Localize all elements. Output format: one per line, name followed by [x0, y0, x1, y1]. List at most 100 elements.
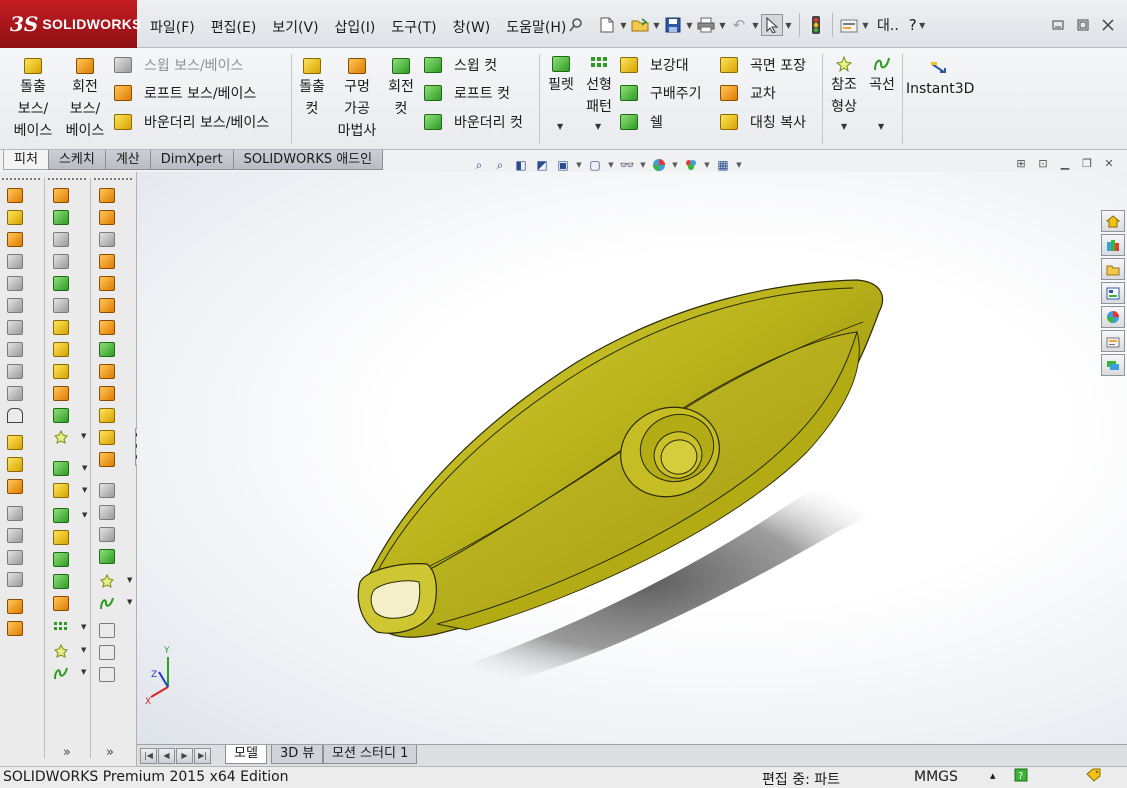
tool-icon-8[interactable]	[7, 342, 23, 357]
tool-icon-36[interactable]	[53, 530, 69, 545]
print-icon[interactable]	[695, 14, 717, 36]
file-explorer-icon[interactable]	[1101, 258, 1125, 280]
hole-wizard-button[interactable]: 구멍 가공 마법사	[334, 58, 380, 142]
tool-icon-11[interactable]	[7, 408, 23, 423]
search-commands-label[interactable]: 대..	[877, 15, 899, 35]
mirror-button[interactable]: 대칭 복사	[720, 109, 806, 135]
extrude-cut-button[interactable]: 돌출 컷	[295, 58, 329, 120]
tab-sketch[interactable]: 스케치	[47, 150, 106, 170]
quick-tips-icon[interactable]: ?	[1014, 768, 1028, 786]
draft-button[interactable]: 구배주기	[620, 80, 702, 106]
tool-icon-10[interactable]	[7, 386, 23, 401]
options-icon[interactable]	[838, 14, 860, 36]
tool-icon-3[interactable]	[7, 232, 23, 247]
view-palette-icon[interactable]	[1101, 282, 1125, 304]
tool-icon-23[interactable]	[53, 232, 69, 247]
tool-icon-41[interactable]: ▼	[53, 643, 86, 659]
edit-appearance-icon[interactable]	[650, 156, 668, 174]
tab-evaluate[interactable]: 계산	[104, 150, 151, 170]
wrap-button[interactable]: 곡면 포장	[720, 52, 806, 78]
tool-icon-27[interactable]	[53, 320, 69, 335]
reference-geometry-button[interactable]: 참조 형상	[826, 55, 862, 118]
linear-pattern-button[interactable]: 선형 패턴	[581, 56, 617, 118]
tool-icon-35[interactable]: ▼	[53, 508, 87, 523]
tool-icon-46[interactable]	[99, 254, 115, 269]
pin-menu-icon[interactable]	[568, 17, 584, 33]
options-dropdown-arrow[interactable]: ▼	[860, 14, 871, 36]
tool-icon-19[interactable]	[7, 599, 23, 614]
tool-icon-45[interactable]	[99, 232, 115, 247]
loft-cut-button[interactable]: 로프트 컷	[424, 80, 510, 106]
select-arrow-icon[interactable]	[761, 14, 783, 36]
view-orientation-dropdown[interactable]: ▼	[575, 161, 583, 169]
tool-icon-61[interactable]: ▼	[99, 596, 132, 611]
tool-icon-42[interactable]: ▼	[53, 666, 86, 681]
hide-show-dropdown[interactable]: ▼	[639, 161, 647, 169]
help-dropdown-arrow[interactable]: ▼	[917, 14, 928, 36]
tag-icon[interactable]	[1086, 768, 1102, 786]
tool-icon-54[interactable]	[99, 430, 115, 445]
instant3d-button[interactable]: Instant3D	[906, 60, 974, 100]
tool-icon-31[interactable]	[53, 408, 69, 423]
tool-icon-7[interactable]	[7, 320, 23, 335]
display-style-dropdown[interactable]: ▼	[607, 161, 615, 169]
appearance-dropdown[interactable]: ▼	[671, 161, 679, 169]
tool-icon-48[interactable]	[99, 298, 115, 313]
tool-icon-5[interactable]	[7, 276, 23, 291]
pattern-dropdown-arrow[interactable]: ▼	[595, 122, 601, 131]
zoom-to-fit-icon[interactable]: ⌕	[470, 156, 488, 174]
forum-icon[interactable]	[1101, 354, 1125, 376]
tool-icon-18[interactable]	[7, 572, 23, 587]
loft-boss-button[interactable]: 로프트 보스/베이스	[114, 80, 256, 106]
appearances-scenes-icon[interactable]	[1101, 306, 1125, 328]
next-tab-arrow[interactable]: ▶	[176, 748, 193, 764]
tool-icon-13[interactable]	[7, 457, 23, 472]
tool-icon-51[interactable]	[99, 364, 115, 379]
tool-icon-12[interactable]	[7, 435, 23, 450]
tool-icon-64[interactable]	[99, 667, 115, 682]
tab-model[interactable]: 모델	[225, 745, 267, 764]
solidworks-resources-icon[interactable]	[1101, 210, 1125, 232]
apply-scene-icon[interactable]	[682, 156, 700, 174]
tool-icon-37[interactable]	[53, 552, 69, 567]
tool-icon-59[interactable]	[99, 549, 115, 564]
viewport-split-icon[interactable]: ⊞	[1013, 156, 1029, 172]
last-tab-arrow[interactable]: ▶|	[194, 748, 211, 764]
new-document-icon[interactable]	[596, 14, 618, 36]
tool-icon-1[interactable]	[7, 188, 23, 203]
reference-dropdown-arrow[interactable]: ▼	[841, 122, 847, 131]
revolve-boss-button[interactable]: 회전 보스/ 베이스	[62, 58, 108, 142]
restore-icon[interactable]	[1072, 15, 1094, 35]
tool-icon-30[interactable]	[53, 386, 69, 401]
open-dropdown-arrow[interactable]: ▼	[651, 14, 662, 36]
new-dropdown-arrow[interactable]: ▼	[618, 14, 629, 36]
scene-dropdown[interactable]: ▼	[703, 161, 711, 169]
tool-icon-43[interactable]	[99, 188, 115, 203]
tool-icon-38[interactable]	[53, 574, 69, 589]
tool-icon-28[interactable]	[53, 342, 69, 357]
section-view-icon[interactable]: ◩	[533, 156, 551, 174]
minimize-icon[interactable]	[1047, 15, 1069, 35]
tool-icon-24[interactable]	[53, 254, 69, 269]
traffic-light-icon[interactable]	[805, 14, 827, 36]
tool-icon-53[interactable]	[99, 408, 115, 423]
fillet-dropdown-arrow[interactable]: ▼	[557, 122, 563, 131]
close-icon[interactable]	[1097, 15, 1119, 35]
tool-icon-49[interactable]	[99, 320, 115, 335]
view-settings-dropdown[interactable]: ▼	[735, 161, 743, 169]
tool-icon-6[interactable]	[7, 298, 23, 313]
tool-icon-33[interactable]: ▼	[53, 461, 87, 476]
tool-icon-9[interactable]	[7, 364, 23, 379]
print-dropdown-arrow[interactable]: ▼	[717, 14, 728, 36]
tool-icon-15[interactable]	[7, 506, 23, 521]
boundary-boss-button[interactable]: 바운더리 보스/베이스	[114, 109, 269, 135]
tool-icon-4[interactable]	[7, 254, 23, 269]
viewport-close-icon[interactable]: ✕	[1101, 156, 1117, 172]
select-dropdown-arrow[interactable]: ▼	[783, 14, 794, 36]
menu-tools[interactable]: 도구(T)	[383, 14, 444, 40]
tool-icon-22[interactable]	[53, 210, 69, 225]
save-dropdown-arrow[interactable]: ▼	[684, 14, 695, 36]
prev-tab-arrow[interactable]: ◀	[158, 748, 175, 764]
tool-icon-2[interactable]	[7, 210, 23, 225]
fillet-button[interactable]: 필렛	[543, 56, 579, 96]
